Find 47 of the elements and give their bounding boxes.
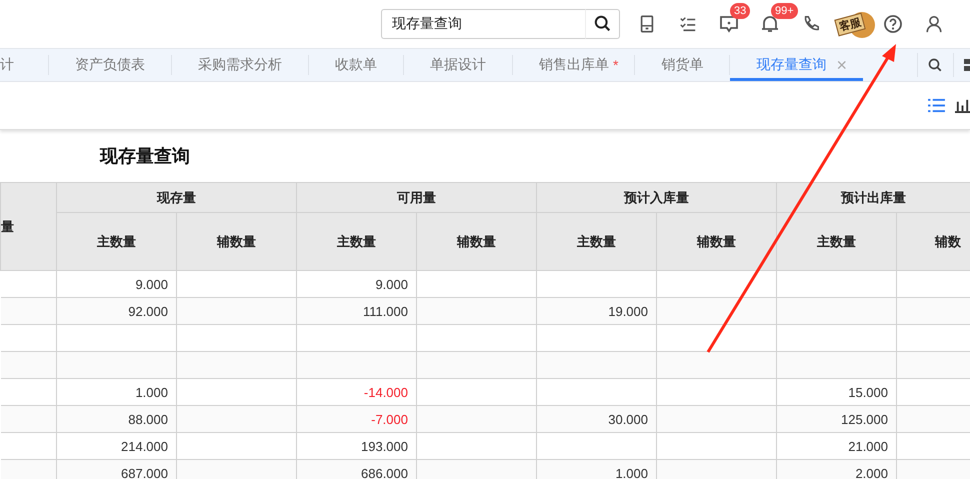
column-group-header: 可用量 [296, 182, 536, 212]
tab[interactable]: 计 [0, 55, 49, 75]
page-title: 现存量查询 [100, 145, 190, 168]
column-header: 量 [0, 182, 56, 270]
column-group-header: 预计出库量 [776, 182, 970, 212]
grid-icon[interactable] [953, 53, 970, 77]
count-badge: 99+ [771, 3, 798, 19]
column-group-header: 预计入库量 [536, 182, 776, 212]
count-badge: 33 [730, 3, 750, 19]
modified-mark: * [613, 57, 618, 73]
table-cell: 88.000 [56, 406, 176, 432]
checklist-icon[interactable] [678, 15, 696, 33]
message-icon[interactable] [718, 14, 738, 34]
column-header: 主数量 [296, 212, 416, 270]
close-icon[interactable]: × [836, 54, 847, 76]
bar-chart-icon[interactable] [955, 98, 970, 113]
table-cell: 19.000 [536, 298, 656, 324]
tab[interactable]: 收款单 [309, 55, 404, 75]
table-cell: 1.000 [536, 460, 656, 479]
table-cell: 2.000 [776, 460, 896, 479]
column-header: 辅数量 [656, 212, 776, 270]
column-header: 主数量 [56, 212, 176, 270]
table-cell: 687.000 [56, 460, 176, 479]
column-header: 辅数量 [416, 212, 536, 270]
tab[interactable]: 销售出库单 * [513, 55, 636, 75]
list-icon[interactable] [928, 98, 945, 113]
table-cell: 92.000 [56, 298, 176, 324]
bell-icon[interactable] [760, 14, 780, 34]
search-field[interactable]: 现存量查询 [381, 9, 586, 39]
table-cell: -7.000 [296, 406, 416, 432]
tab[interactable]: 现存量查询 × [730, 49, 863, 81]
tab[interactable]: 单据设计 [404, 55, 513, 75]
user-icon[interactable] [924, 15, 942, 33]
search-icon[interactable] [586, 9, 620, 39]
column-header: 主数量 [776, 212, 896, 270]
column-header: 辅数量 [176, 212, 296, 270]
column-header: 辅数 [896, 212, 970, 270]
tab[interactable]: 销货单 [635, 55, 730, 75]
help-icon[interactable] [882, 14, 902, 34]
table-cell: 125.000 [776, 406, 896, 432]
column-header: 主数量 [536, 212, 656, 270]
tab[interactable]: 采购需求分析 [172, 55, 309, 75]
column-group-header: 现存量 [56, 182, 296, 212]
table-cell: 30.000 [536, 406, 656, 432]
tab[interactable]: 资产负债表 [49, 55, 172, 75]
table-cell: 111.000 [296, 298, 416, 324]
table-cell: 686.000 [296, 460, 416, 479]
